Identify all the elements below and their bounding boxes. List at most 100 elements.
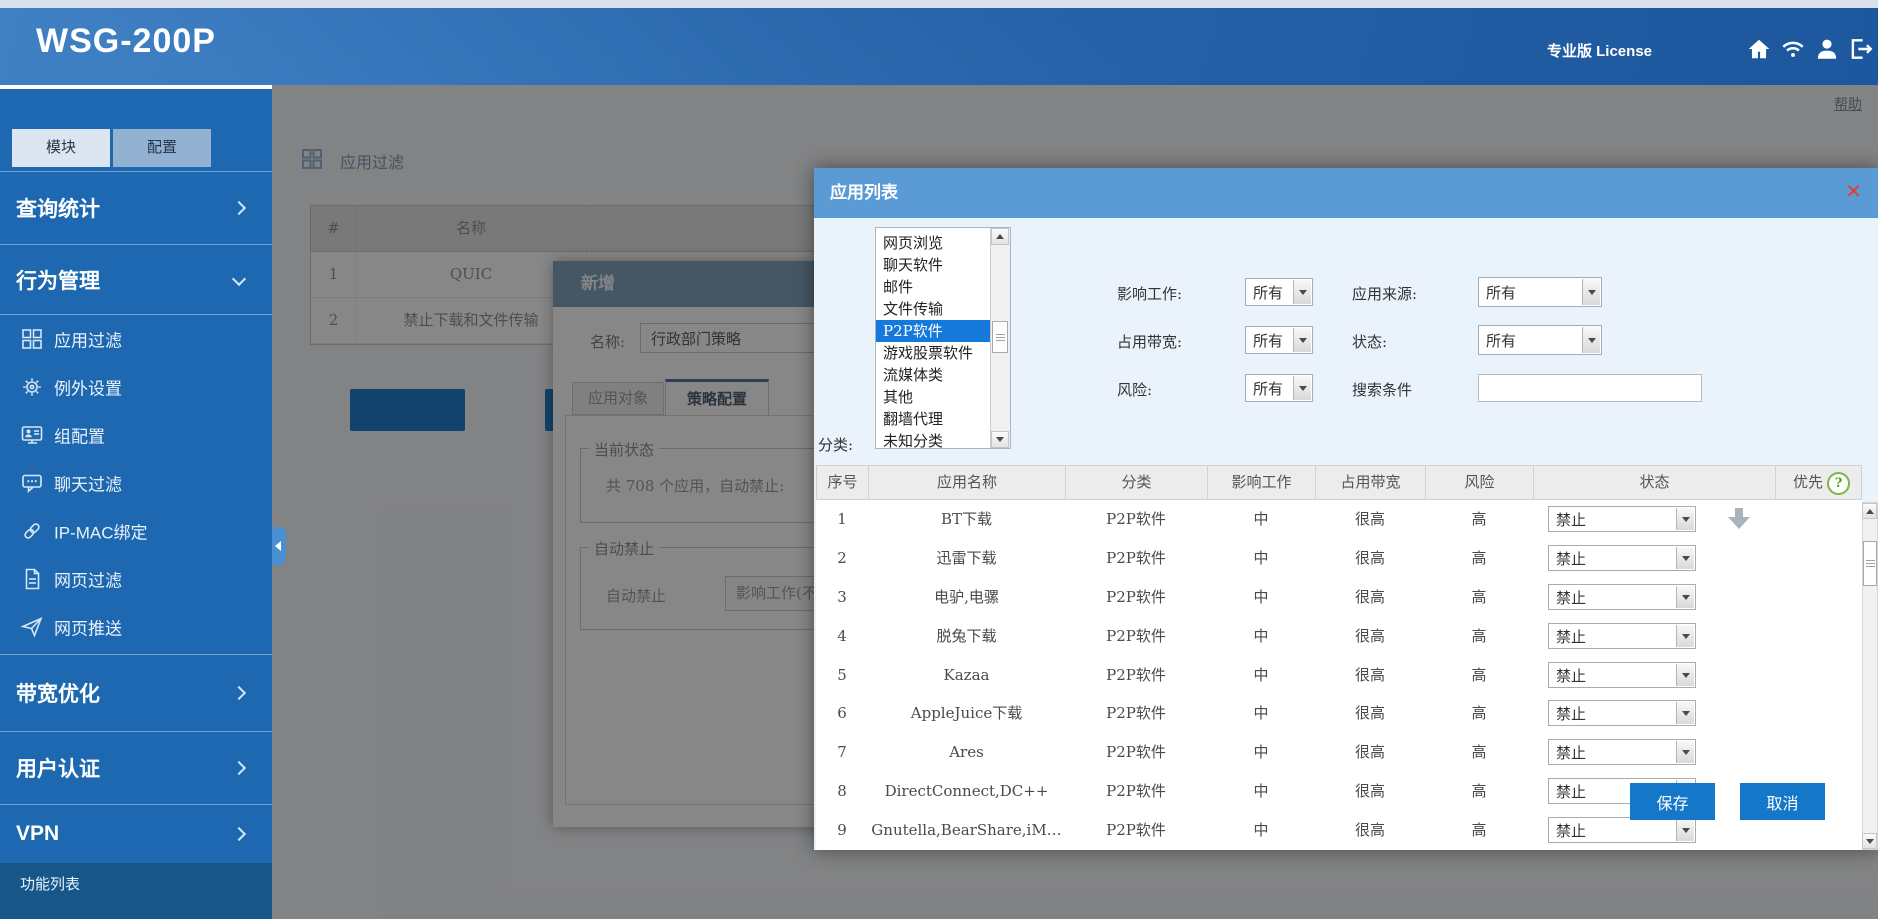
sidebar-item-vpn[interactable]: VPN	[0, 804, 272, 863]
grid-icon	[20, 327, 44, 351]
risk-filter-label: 风险:	[1117, 379, 1152, 400]
dropdown-arrow-icon	[1293, 376, 1311, 400]
category-item-selected[interactable]: P2P软件	[876, 320, 992, 342]
status-select[interactable]: 禁止	[1548, 739, 1696, 765]
table-row: 7AresP2P软件中很高高 禁止	[816, 733, 1862, 772]
sidebar-item-app-filter[interactable]: 应用过滤	[0, 315, 272, 363]
scrollbar-thumb[interactable]	[1863, 541, 1877, 586]
gear-icon	[20, 375, 44, 399]
dropdown-arrow-icon	[1582, 327, 1600, 353]
logout-icon[interactable]	[1848, 36, 1874, 62]
app-list-modal: 应用列表 ✕ 网页浏览 聊天软件 邮件 文件传输 P2P软件 游戏股票软件 流媒…	[814, 168, 1878, 850]
bandwidth-filter-select[interactable]: 所有	[1245, 326, 1313, 354]
sidebar-item-exception[interactable]: 例外设置	[0, 363, 272, 411]
app-table-header: 序号 应用名称 分类 影响工作 占用带宽 风险 状态 优先 ?	[816, 465, 1862, 500]
sidebar-footer: 功能列表	[0, 863, 272, 919]
impact-filter-select[interactable]: 所有	[1245, 278, 1313, 306]
scrollbar-thumb[interactable]	[992, 321, 1008, 353]
search-input[interactable]	[1478, 374, 1702, 402]
dropdown-arrow-icon	[1676, 664, 1694, 686]
chat-icon	[20, 471, 44, 495]
dropdown-arrow-icon	[1676, 547, 1694, 569]
category-item[interactable]: 未知分类	[876, 430, 992, 449]
chevron-down-icon	[232, 271, 246, 285]
tab-module[interactable]: 模块	[12, 129, 110, 167]
send-icon	[20, 615, 44, 639]
dropdown-arrow-icon	[1676, 508, 1694, 530]
license-label: 专业版 License	[1547, 40, 1652, 61]
sidebar-item-query-stats[interactable]: 查询统计	[0, 171, 272, 244]
sidebar-item-group-config[interactable]: 组配置	[0, 411, 272, 459]
risk-filter-select[interactable]: 所有	[1245, 374, 1313, 402]
sidebar-collapse-handle[interactable]	[272, 527, 286, 565]
scroll-up-icon[interactable]	[991, 228, 1009, 245]
sidebar-item-user-auth[interactable]: 用户认证	[0, 731, 272, 804]
dropdown-arrow-icon	[1676, 819, 1694, 841]
category-item[interactable]: 邮件	[876, 276, 992, 298]
category-item[interactable]: 聊天软件	[876, 254, 992, 276]
scroll-down-icon[interactable]	[991, 431, 1009, 448]
modal-header: 应用列表 ✕	[814, 168, 1878, 218]
wifi-icon[interactable]	[1780, 36, 1806, 62]
category-item[interactable]: 网页浏览	[876, 232, 992, 254]
chevron-right-icon	[232, 827, 246, 841]
status-select[interactable]: 禁止	[1548, 506, 1696, 532]
dropdown-arrow-icon	[1676, 586, 1694, 608]
impact-filter-label: 影响工作:	[1117, 283, 1182, 304]
table-scrollbar[interactable]	[1862, 502, 1878, 850]
chevron-right-icon	[232, 201, 246, 215]
sidebar-item-behavior-mgmt[interactable]: 行为管理	[0, 244, 272, 314]
bandwidth-filter-label: 占用带宽:	[1117, 331, 1182, 352]
user-icon[interactable]	[1814, 36, 1840, 62]
sidebar-item-bandwidth[interactable]: 带宽优化	[0, 654, 272, 731]
chevron-right-icon	[232, 686, 246, 700]
category-listbox: 网页浏览 聊天软件 邮件 文件传输 P2P软件 游戏股票软件 流媒体类 其他 翻…	[875, 227, 1011, 449]
category-item[interactable]: 流媒体类	[876, 364, 992, 386]
dropdown-arrow-icon	[1676, 625, 1694, 647]
sidebar-item-ip-mac[interactable]: IP-MAC绑定	[0, 507, 272, 555]
category-item[interactable]: 其他	[876, 386, 992, 408]
scroll-down-icon[interactable]	[1862, 833, 1877, 849]
dropdown-arrow-icon	[1676, 741, 1694, 763]
function-list-label: 功能列表	[20, 873, 80, 894]
category-item[interactable]: 文件传输	[876, 298, 992, 320]
scroll-up-icon[interactable]	[1862, 503, 1877, 519]
table-row: 1BT下载P2P软件中很高高 禁止	[816, 500, 1862, 539]
status-filter-select[interactable]: 所有	[1478, 325, 1602, 355]
table-row: 2迅雷下载P2P软件中很高高 禁止	[816, 539, 1862, 578]
priority-down-icon[interactable]	[1728, 508, 1750, 530]
table-row: 4脱兔下载P2P软件中很高高 禁止	[816, 617, 1862, 656]
group-monitor-icon	[20, 423, 44, 447]
category-item[interactable]: 游戏股票软件	[876, 342, 992, 364]
cancel-button[interactable]: 取消	[1740, 783, 1825, 820]
search-label: 搜索条件	[1352, 379, 1412, 400]
status-select[interactable]: 禁止	[1548, 700, 1696, 726]
chevron-right-icon	[232, 761, 246, 775]
close-icon[interactable]: ✕	[1845, 181, 1862, 203]
source-filter-select[interactable]: 所有	[1478, 277, 1602, 307]
app-logo: WSG-200P	[36, 22, 216, 61]
status-select[interactable]: 禁止	[1548, 662, 1696, 688]
help-icon[interactable]: ?	[1827, 472, 1850, 495]
browser-top-strip	[0, 0, 1878, 8]
dropdown-arrow-icon	[1582, 279, 1600, 305]
modal-title: 应用列表	[830, 168, 898, 218]
category-label: 分类:	[818, 434, 853, 455]
table-row: 6AppleJuice下载P2P软件中很高高 禁止	[816, 694, 1862, 733]
sidebar-item-chat-filter[interactable]: 聊天过滤	[0, 459, 272, 507]
source-filter-label: 应用来源:	[1352, 283, 1417, 304]
status-select[interactable]: 禁止	[1548, 545, 1696, 571]
tab-config[interactable]: 配置	[113, 129, 211, 167]
status-select[interactable]: 禁止	[1548, 817, 1696, 843]
status-filter-label: 状态:	[1352, 331, 1387, 352]
status-select[interactable]: 禁止	[1548, 623, 1696, 649]
dropdown-arrow-icon	[1293, 280, 1311, 304]
sidebar-item-web-filter[interactable]: 网页过滤	[0, 555, 272, 603]
sidebar-item-web-push[interactable]: 网页推送	[0, 603, 272, 651]
save-button[interactable]: 保存	[1630, 783, 1715, 820]
home-icon[interactable]	[1746, 36, 1772, 62]
table-row: 3电驴,电骡P2P软件中很高高 禁止	[816, 578, 1862, 617]
category-item[interactable]: 翻墙代理	[876, 408, 992, 430]
listbox-scrollbar[interactable]	[990, 228, 1010, 448]
status-select[interactable]: 禁止	[1548, 584, 1696, 610]
